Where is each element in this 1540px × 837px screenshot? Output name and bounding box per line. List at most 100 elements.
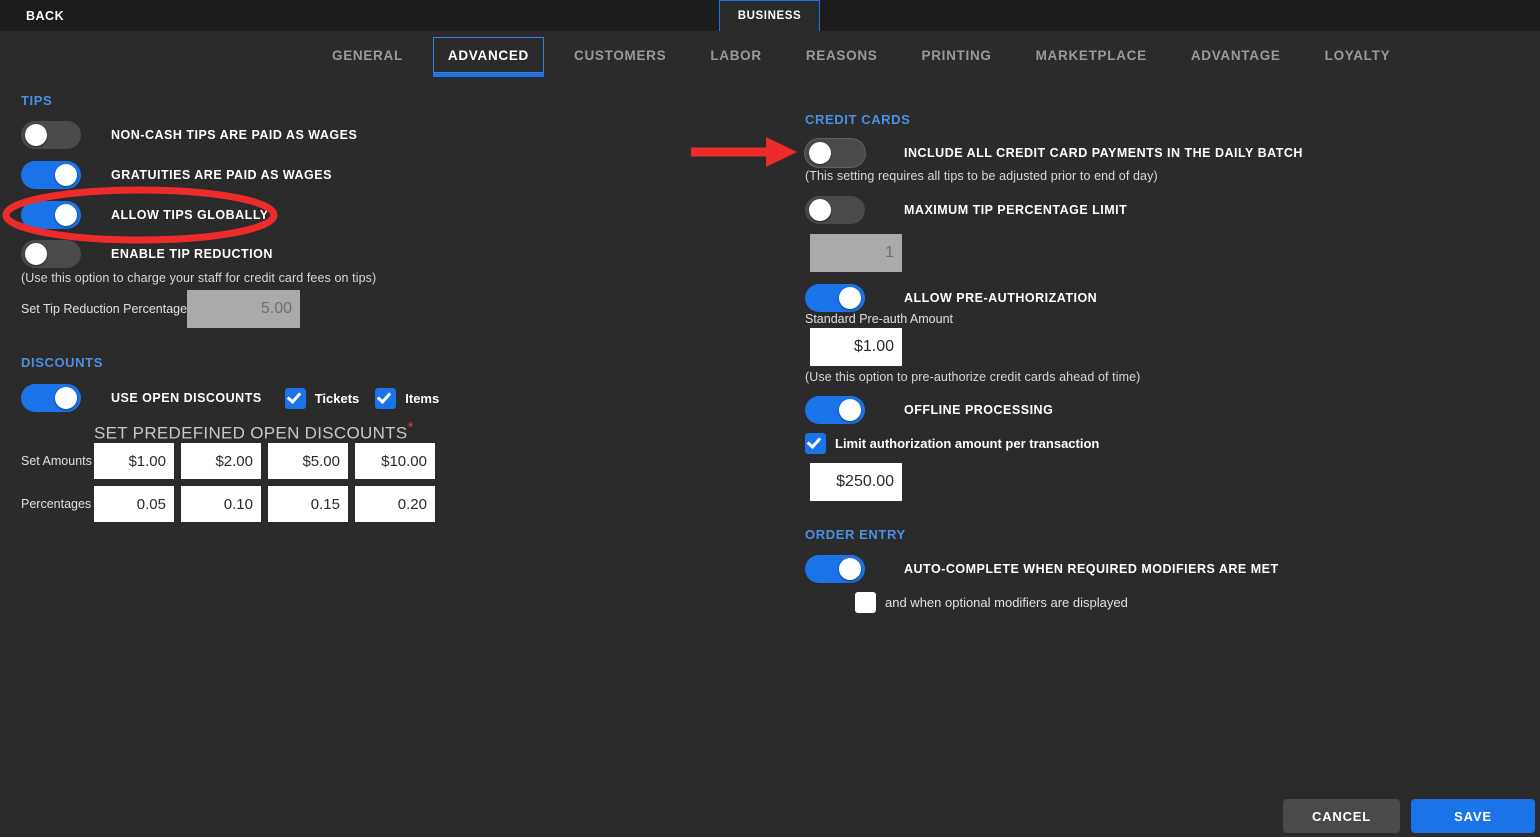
settings-screen: BACK BUSINESS GENERAL ADVANCED CUSTOMERS LA…	[0, 0, 1540, 837]
set-amount-input-1[interactable]	[181, 443, 261, 479]
toggle-knob	[809, 199, 831, 221]
enable-tip-reduction-label: ENABLE TIP REDUCTION	[111, 247, 273, 261]
back-button[interactable]: BACK	[26, 0, 64, 31]
toggle-knob	[55, 387, 77, 409]
tab-label: ADVANTAGE	[1190, 47, 1281, 63]
items-checkbox[interactable]	[375, 387, 397, 409]
tab-reasons[interactable]: REASONS	[792, 37, 892, 73]
items-label: Items	[405, 390, 440, 406]
right-column: CREDIT CARDS INCLUDE ALL CREDIT CARD PAY…	[770, 79, 1540, 837]
tab-advantage[interactable]: ADVANTAGE	[1177, 37, 1295, 73]
toggle-row-include-all-cc[interactable]: INCLUDE ALL CREDIT CARD PAYMENTS IN THE …	[805, 139, 1303, 167]
toggle-row-auto-complete[interactable]: AUTO-COMPLETE WHEN REQUIRED MODIFIERS AR…	[805, 555, 1279, 583]
toggle-knob	[25, 243, 47, 265]
auto-complete-toggle[interactable]	[805, 555, 865, 583]
limit-auth-row[interactable]: Limit authorization amount per transacti…	[805, 433, 1099, 454]
tab-label: GENERAL	[332, 47, 403, 63]
allow-tips-globally-toggle[interactable]	[21, 201, 81, 229]
allow-tips-globally-label: ALLOW TIPS GLOBALLY	[111, 208, 269, 222]
optional-modifiers-row[interactable]: and when optional modifiers are displaye…	[855, 592, 1128, 613]
limit-auth-label: Limit authorization amount per transacti…	[835, 436, 1100, 451]
tab-strip: GENERAL ADVANCED CUSTOMERS LABOR REASONS PRIN…	[0, 31, 1540, 79]
enable-tip-reduction-toggle[interactable]	[21, 240, 81, 268]
tab-label: LOYALTY	[1324, 47, 1391, 63]
check-icon	[286, 388, 302, 404]
optional-modifiers-checkbox[interactable]	[855, 592, 876, 613]
percentages-row	[94, 486, 435, 522]
preauth-hint: (Use this option to pre-authorize credit…	[805, 370, 1141, 384]
set-amount-input-2[interactable]	[268, 443, 348, 479]
toggle-row-enable-tip-reduction[interactable]: ENABLE TIP REDUCTION	[21, 240, 273, 268]
percentage-input-2[interactable]	[268, 486, 348, 522]
set-tip-reduction-label: Set Tip Reduction Percentage	[21, 302, 188, 316]
back-button-label: BACK	[26, 8, 65, 23]
tab-printing[interactable]: PRINTING	[908, 37, 1006, 73]
allow-preauth-label: ALLOW PRE-AUTHORIZATION	[904, 291, 1098, 305]
set-amounts-row	[94, 443, 435, 479]
tab-label: REASONS	[805, 47, 878, 63]
toggle-knob	[839, 399, 861, 421]
percentage-input-3[interactable]	[355, 486, 435, 522]
cancel-button[interactable]: CANCEL	[1283, 799, 1400, 833]
toggle-row-allow-tips-globally[interactable]: ALLOW TIPS GLOBALLY	[21, 201, 269, 229]
toggle-row-gratuities[interactable]: GRATUITIES ARE PAID AS WAGES	[21, 161, 332, 189]
gratuities-label: GRATUITIES ARE PAID AS WAGES	[111, 168, 332, 182]
predefined-discounts-heading: SET PREDEFINED OPEN DISCOUNTS*	[94, 419, 414, 444]
toggle-row-allow-preauth[interactable]: ALLOW PRE-AUTHORIZATION	[805, 284, 1097, 312]
set-amount-input-3[interactable]	[355, 443, 435, 479]
limit-auth-checkbox[interactable]	[805, 433, 826, 454]
non-cash-tips-label: NON-CASH TIPS ARE PAID AS WAGES	[111, 128, 358, 142]
tickets-checkbox[interactable]	[284, 387, 306, 409]
top-bar: BACK BUSINESS	[0, 0, 1540, 31]
discounts-section-heading: DISCOUNTS	[21, 355, 103, 370]
save-button[interactable]: SAVE	[1411, 799, 1535, 833]
tab-general[interactable]: GENERAL	[318, 37, 417, 73]
max-tip-pct-toggle[interactable]	[805, 196, 865, 224]
tab-business[interactable]: BUSINESS	[719, 0, 820, 31]
credit-cards-section-heading: CREDIT CARDS	[805, 112, 911, 127]
cancel-button-label: CANCEL	[1312, 808, 1371, 824]
limit-auth-input[interactable]	[810, 463, 902, 501]
toggle-row-non-cash-tips[interactable]: NON-CASH TIPS ARE PAID AS WAGES	[21, 121, 357, 149]
toggle-row-max-tip-pct[interactable]: MAXIMUM TIP PERCENTAGE LIMIT	[805, 196, 1127, 224]
tab-labor[interactable]: LABOR	[696, 37, 776, 73]
gratuities-toggle[interactable]	[21, 161, 81, 189]
save-button-label: SAVE	[1454, 808, 1492, 824]
tab-advanced[interactable]: ADVANCED	[432, 37, 545, 77]
use-open-discounts-label: USE OPEN DISCOUNTS	[111, 391, 262, 405]
tab-label: CUSTOMERS	[574, 47, 667, 63]
auto-complete-label: AUTO-COMPLETE WHEN REQUIRED MODIFIERS AR…	[904, 562, 1279, 576]
tip-reduction-hint: (Use this option to charge your staff fo…	[21, 271, 377, 285]
check-icon	[806, 433, 822, 450]
tab-label: PRINTING	[921, 47, 992, 63]
include-all-cc-toggle[interactable]	[805, 139, 865, 167]
percentages-label: Percentages	[21, 497, 92, 511]
toggle-knob	[25, 124, 47, 146]
set-amount-input-0[interactable]	[94, 443, 174, 479]
toggle-row-use-open-discounts[interactable]: USE OPEN DISCOUNTS Tickets Items	[21, 384, 439, 412]
tab-marketplace[interactable]: MARKETPLACE	[1022, 37, 1161, 73]
tab-loyalty[interactable]: LOYALTY	[1311, 37, 1405, 73]
toggle-knob	[839, 287, 861, 309]
offline-processing-label: OFFLINE PROCESSING	[904, 403, 1054, 417]
tab-label: MARKETPLACE	[1035, 47, 1147, 63]
use-open-discounts-toggle[interactable]	[21, 384, 81, 412]
standard-preauth-input[interactable]	[810, 328, 902, 366]
percentage-input-1[interactable]	[181, 486, 261, 522]
allow-preauth-toggle[interactable]	[805, 284, 865, 312]
offline-processing-toggle[interactable]	[805, 396, 865, 424]
max-tip-pct-input[interactable]	[810, 234, 902, 272]
non-cash-tips-toggle[interactable]	[21, 121, 81, 149]
order-entry-section-heading: ORDER ENTRY	[805, 527, 906, 542]
toggle-knob	[55, 164, 77, 186]
tab-label: LABOR	[710, 47, 762, 63]
optional-modifiers-label: and when optional modifiers are displaye…	[885, 595, 1128, 610]
tab-customers[interactable]: CUSTOMERS	[560, 37, 680, 73]
percentage-input-0[interactable]	[94, 486, 174, 522]
set-amounts-label: Set Amounts	[21, 454, 92, 468]
toggle-knob	[55, 204, 77, 226]
tips-section-heading: TIPS	[21, 93, 53, 108]
toggle-row-offline-processing[interactable]: OFFLINE PROCESSING	[805, 396, 1053, 424]
set-tip-reduction-input[interactable]	[187, 290, 300, 328]
predefined-discounts-heading-text: SET PREDEFINED OPEN DISCOUNTS	[94, 423, 408, 443]
